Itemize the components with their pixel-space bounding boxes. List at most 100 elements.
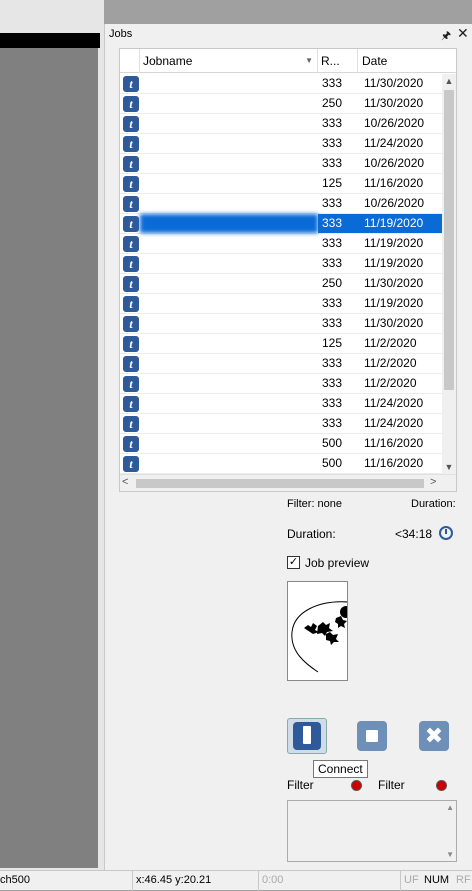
job-file-icon: t [122,334,140,353]
panel-title: Jobs [109,28,133,40]
duration-label: Duration: [287,527,336,541]
job-date-cell: 10/26/2020 [364,196,425,210]
table-row[interactable]: t 333 10/26/2020 [120,154,442,174]
scroll-down-icon[interactable]: ▼ [442,460,456,474]
header-icon-column [120,49,140,73]
job-resolution-cell: 333 [322,156,343,170]
job-preview-image [287,581,348,681]
filter2-status-led-icon [436,780,447,791]
table-row[interactable]: t 125 11/16/2020 [120,174,442,194]
job-name-cell [140,374,318,393]
fan-button[interactable]: ✖ [417,718,457,754]
fan-icon: ✖ [419,721,449,751]
table-row[interactable]: t 125 11/2/2020 [120,334,442,354]
job-name-cell [140,274,318,293]
sort-down-icon: ▼ [305,56,313,65]
job-name-cell [140,314,318,333]
job-date-cell: 11/24/2020 [364,396,424,410]
job-resolution-cell: 333 [322,376,343,390]
job-resolution-cell: 333 [322,296,343,310]
status-num: NUM [424,874,450,886]
header-date[interactable]: Date [358,49,442,73]
job-resolution-cell: 333 [322,136,343,150]
table-row[interactable]: t 333 11/30/2020 [120,74,442,94]
job-date-cell: 11/24/2020 [364,136,424,150]
table-row[interactable]: t 500 11/16/2020 [120,434,442,454]
job-file-icon: t [122,314,140,333]
table-row[interactable]: t 333 11/2/2020 [120,374,442,394]
job-date-cell: 11/30/2020 [364,316,424,330]
header-resolution[interactable]: R... [318,49,358,73]
header-jobname-label: Jobname [143,54,193,68]
filter-status: Filter: none [287,498,343,510]
scroll-left-icon[interactable]: < [122,476,128,488]
job-date-cell: 11/2/2020 [364,356,417,370]
job-preview-checkbox[interactable]: ✓ [287,556,300,569]
timer-icon[interactable] [439,526,453,540]
job-date-cell: 11/16/2020 [364,176,424,190]
table-row[interactable]: t 333 10/26/2020 [120,114,442,134]
table-row[interactable]: t 333 11/30/2020 [120,314,442,334]
vertical-scrollbar[interactable]: ▲ ▼ [442,74,456,474]
table-row[interactable]: t 500 11/16/2020 [120,454,442,474]
close-icon[interactable]: ✕ [457,25,469,42]
vertical-scroll-thumb[interactable] [444,90,454,390]
table-row[interactable]: t 250 11/30/2020 [120,274,442,294]
table-row[interactable]: t 333 11/2/2020 [120,354,442,374]
job-file-icon: t [122,174,140,193]
textbox-scroll-down-icon[interactable]: ▼ [446,850,454,859]
job-resolution-cell: 333 [322,236,343,250]
connect-button[interactable] [287,718,327,754]
status-bar: ch500 x:46.45 y:20.21 0:00 UF NUM RF [0,870,472,891]
filter2-label: Filter [378,778,405,792]
job-resolution-cell: 333 [322,416,343,430]
table-row[interactable]: t 250 11/30/2020 [120,94,442,114]
jobs-panel: Jobs 🖈 ✕ Jobname ▼ R... Date t 333 11/30/2… [104,24,472,870]
job-file-icon: t [122,94,140,113]
job-date-cell: 10/26/2020 [364,116,425,130]
job-file-icon: t [122,414,140,433]
status-separator [400,871,401,891]
textbox-scroll-up-icon[interactable]: ▲ [446,803,454,812]
scroll-right-icon[interactable]: > [430,476,436,488]
job-resolution-cell: 333 [322,76,343,90]
scroll-up-icon[interactable]: ▲ [442,74,456,88]
job-name-cell [140,134,318,153]
job-name-cell [140,254,318,273]
status-uf: UF [404,874,419,886]
job-name-cell [140,394,318,413]
workspace-canvas[interactable] [0,48,98,868]
duration-value: <34:18 [395,527,433,541]
table-row[interactable]: t 333 11/19/2020 [120,234,442,254]
job-file-icon: t [122,294,140,313]
table-body: t 333 11/30/2020 t 250 11/30/2020 t 333 10/26/20… [120,74,442,474]
status-device: ch500 [0,874,30,886]
jobs-table[interactable]: Jobname ▼ R... Date t 333 11/30/2020 t 250 11… [119,48,457,492]
status-separator [258,871,259,891]
job-resolution-cell: 125 [322,336,343,350]
table-row[interactable]: t 333 11/24/2020 [120,414,442,434]
job-resolution-cell: 333 [322,356,343,370]
table-row[interactable]: t 333 11/19/2020 [120,214,442,234]
table-row[interactable]: t 333 11/24/2020 [120,134,442,154]
job-date-cell: 11/30/2020 [364,96,424,110]
table-row[interactable]: t 333 10/26/2020 [120,194,442,214]
log-textbox[interactable]: ▲ ▼ [287,800,457,862]
job-name-cell [140,434,318,453]
horizontal-scroll-thumb[interactable] [136,479,424,488]
workspace-area [0,0,104,870]
horizontal-scrollbar[interactable]: < > [120,474,456,491]
job-date-cell: 11/30/2020 [364,276,424,290]
table-row[interactable]: t 333 11/19/2020 [120,294,442,314]
table-row[interactable]: t 333 11/19/2020 [120,254,442,274]
job-file-icon: t [122,254,140,273]
pin-icon[interactable]: 🖈 [441,27,451,46]
job-date-cell: 11/2/2020 [364,376,417,390]
header-jobname[interactable]: Jobname ▼ [140,49,318,73]
job-date-cell: 10/26/2020 [364,156,425,170]
stop-button[interactable] [355,718,395,754]
panel-header: Jobs 🖈 ✕ [105,24,472,46]
table-row[interactable]: t 333 11/24/2020 [120,394,442,414]
job-date-cell: 11/19/2020 [364,256,424,270]
job-resolution-cell: 333 [322,196,343,210]
